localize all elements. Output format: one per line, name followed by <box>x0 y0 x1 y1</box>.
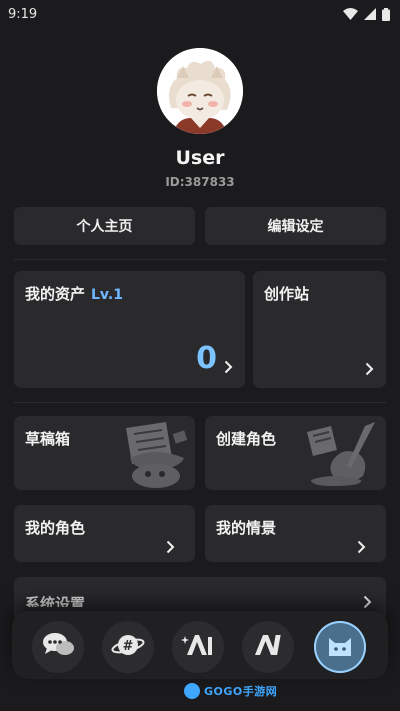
my-assets-label: 我的资产 <box>25 285 86 303</box>
tab-ai-create[interactable] <box>172 621 224 673</box>
drafts-card[interactable]: 草稿箱 <box>14 416 195 490</box>
my-assets-card[interactable]: 我的资产 Lv.1 0 <box>14 271 245 388</box>
my-scenes-card[interactable]: 我的情景 <box>205 505 386 562</box>
tab-chat[interactable] <box>32 621 84 673</box>
ai-sparkle-icon <box>181 631 215 663</box>
signal-icon <box>364 8 376 20</box>
tab-ai[interactable] <box>242 621 294 673</box>
divider <box>14 259 386 260</box>
status-time: 9:19 <box>8 6 38 22</box>
watermark: GOGO手游网 <box>184 683 277 699</box>
wifi-icon <box>343 8 358 20</box>
create-character-title: 创建角色 <box>216 430 277 448</box>
create-character-card[interactable]: 创建角色 <box>205 416 386 490</box>
svg-text:#: # <box>123 639 134 654</box>
personal-homepage-button[interactable]: 个人主页 <box>14 207 195 245</box>
planet-hashtag-icon: # <box>111 631 145 663</box>
username: User <box>175 147 225 169</box>
my-characters-card[interactable]: 我的角色 <box>14 505 195 562</box>
my-scenes-title: 我的情景 <box>216 519 277 537</box>
battery-icon <box>382 7 390 21</box>
chat-bubbles-icon <box>41 631 75 663</box>
create-character-illustration-icon <box>303 420 383 494</box>
chevron-right-icon <box>224 360 233 374</box>
system-settings-title: 系统设置 <box>25 595 86 607</box>
chevron-right-icon <box>365 362 374 376</box>
chevron-right-icon <box>357 540 366 554</box>
asset-value: 0 <box>196 341 217 376</box>
tab-discover[interactable]: # <box>102 621 154 673</box>
creation-studio-card[interactable]: 创作站 <box>253 271 386 388</box>
drafts-title: 草稿箱 <box>25 430 71 448</box>
user-id: ID:387833 <box>165 175 235 189</box>
edit-settings-button[interactable]: 编辑设定 <box>205 207 386 245</box>
divider <box>14 402 386 403</box>
bottom-tab-bar: # <box>12 611 388 679</box>
cat-profile-icon <box>325 632 355 662</box>
chevron-right-icon <box>166 540 175 554</box>
creation-studio-title: 创作站 <box>264 285 310 303</box>
status-bar: 9:19 <box>0 0 400 28</box>
tab-profile[interactable] <box>314 621 366 673</box>
drafts-illustration-icon <box>120 418 192 494</box>
my-characters-title: 我的角色 <box>25 519 86 537</box>
chevron-right-icon <box>363 595 372 609</box>
avatar[interactable] <box>157 48 243 134</box>
status-icons <box>343 7 390 21</box>
watermark-text: GOGO手游网 <box>204 685 278 698</box>
watermark-logo-icon <box>184 683 200 699</box>
ai-logo-icon <box>253 633 283 661</box>
level-badge: Lv.1 <box>91 287 123 303</box>
my-assets-title: 我的资产 Lv.1 <box>25 283 123 304</box>
